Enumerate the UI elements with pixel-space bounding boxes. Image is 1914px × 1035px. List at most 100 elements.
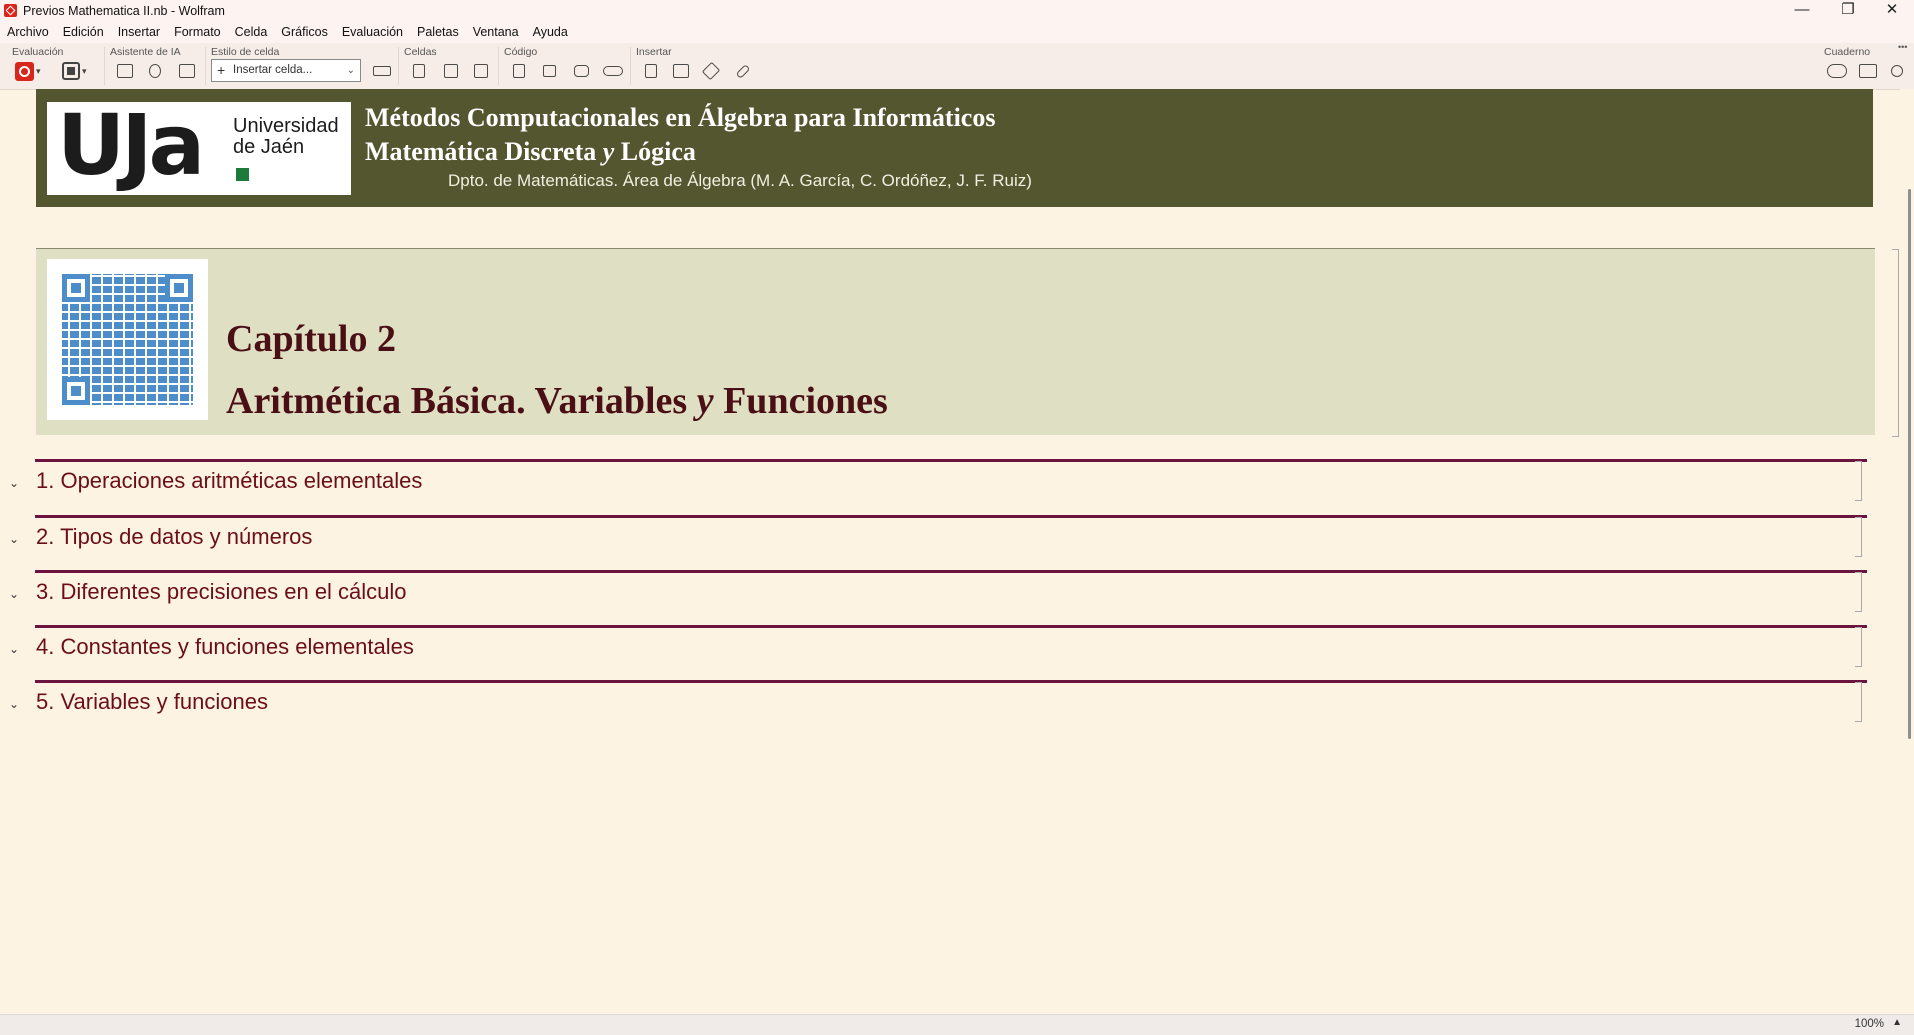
uja-logo-text: Universidad de Jaén bbox=[233, 116, 339, 158]
ai-notebook-button[interactable] bbox=[178, 60, 196, 82]
insert-math-button[interactable] bbox=[642, 60, 660, 82]
chevron-down-icon: ⌄ bbox=[346, 65, 355, 76]
cell-bracket[interactable] bbox=[1855, 517, 1862, 557]
lightbulb-icon bbox=[149, 64, 161, 78]
evaluate-notebook-icon bbox=[15, 61, 34, 81]
group-label-evaluacion: Evaluación bbox=[12, 46, 64, 58]
section-cell[interactable]: ⌄ 3. Diferentes precisiones en el cálcul… bbox=[0, 570, 1880, 624]
window-title: Previos Mathematica II.nb - Wolfram bbox=[23, 4, 225, 18]
qr-finder-top-right bbox=[165, 274, 193, 302]
cell-style-select[interactable]: + Insertar celda... ⌄ bbox=[211, 59, 361, 82]
section-rule bbox=[35, 459, 1867, 462]
insert-link-button[interactable] bbox=[734, 60, 752, 82]
group-label-estilo: Estilo de celda bbox=[211, 46, 280, 58]
group-label-insertar: Insertar bbox=[636, 46, 672, 58]
minimize-button[interactable]: — bbox=[1780, 0, 1824, 22]
scrollbar-thumb[interactable] bbox=[1908, 189, 1911, 739]
restore-button[interactable]: ❐ bbox=[1826, 0, 1870, 22]
chevron-down-icon[interactable]: ⌄ bbox=[9, 697, 19, 711]
menu-celda[interactable]: Celda bbox=[228, 22, 275, 43]
section-title[interactable]: 5. Variables y funciones bbox=[36, 689, 268, 715]
menu-formato[interactable]: Formato bbox=[167, 22, 228, 43]
section-title[interactable]: 2. Tipos de datos y números bbox=[36, 524, 312, 550]
section-rule bbox=[35, 680, 1867, 683]
evaluate-cells-icon bbox=[62, 62, 80, 80]
section-cell[interactable]: ⌄ 1. Operaciones aritméticas elementales bbox=[0, 459, 1880, 513]
menu-graficos[interactable]: Gráficos bbox=[274, 22, 335, 43]
course-subtitle-b: Lógica bbox=[614, 137, 696, 166]
uja-logo-line1: Universidad bbox=[233, 115, 339, 137]
code-ellipsis-button[interactable] bbox=[572, 60, 590, 82]
insert-matrix-button[interactable] bbox=[672, 60, 690, 82]
chevron-down-icon[interactable]: ⌄ bbox=[9, 476, 19, 490]
evaluate-cells-button[interactable]: ▾ bbox=[62, 60, 87, 82]
cell-group-button[interactable] bbox=[410, 60, 428, 82]
cell-bracket[interactable] bbox=[1855, 627, 1862, 667]
group-label-cuaderno: Cuaderno bbox=[1824, 46, 1871, 58]
header-banner: UJa Universidad de Jaén Métodos Computac… bbox=[36, 89, 1873, 207]
group-label-codigo: Código bbox=[504, 46, 538, 58]
section-title[interactable]: 3. Diferentes precisiones en el cálculo bbox=[36, 579, 407, 605]
section-rule bbox=[35, 570, 1867, 573]
section-cell[interactable]: ⌄ 4. Constantes y funciones elementales bbox=[0, 625, 1880, 679]
menu-edicion[interactable]: Edición bbox=[56, 22, 111, 43]
cell-style-apply-button[interactable] bbox=[372, 60, 392, 82]
ai-suggest-button[interactable] bbox=[146, 60, 164, 82]
ai-chat-button[interactable] bbox=[116, 60, 134, 82]
toolbar-separator bbox=[205, 47, 206, 85]
chapter-title-b: Funciones bbox=[713, 380, 888, 422]
menu-paletas[interactable]: Paletas bbox=[410, 22, 466, 43]
toolbar-separator bbox=[630, 47, 631, 85]
wolfram-app-icon bbox=[4, 4, 17, 17]
vertical-scrollbar[interactable] bbox=[1900, 89, 1914, 1014]
section-cell[interactable]: ⌄ 2. Tipos de datos y números bbox=[0, 515, 1880, 569]
cell-bracket[interactable] bbox=[1855, 572, 1862, 612]
menu-insertar[interactable]: Insertar bbox=[111, 22, 167, 43]
evaluate-notebook-button[interactable]: ▾ bbox=[15, 60, 41, 82]
cell-merge-button[interactable] bbox=[472, 60, 490, 82]
cell-divide-button[interactable] bbox=[442, 60, 460, 82]
code-format-icon bbox=[542, 65, 556, 77]
chevron-down-icon[interactable]: ⌄ bbox=[9, 642, 19, 656]
chapter-cell[interactable]: Capítulo 2 Aritmética Básica. Variables … bbox=[36, 248, 1899, 437]
search-button[interactable] bbox=[1888, 60, 1906, 82]
toolbar-separator bbox=[104, 47, 105, 85]
notebook-settings-button[interactable] bbox=[1858, 60, 1878, 82]
section-title[interactable]: 4. Constantes y funciones elementales bbox=[36, 634, 414, 660]
chevron-down-icon[interactable]: ⌄ bbox=[9, 587, 19, 601]
cloud-publish-button[interactable] bbox=[1826, 60, 1848, 82]
menu-archivo[interactable]: Archivo bbox=[0, 22, 56, 43]
cell-bracket[interactable] bbox=[1855, 461, 1862, 501]
code-format-button[interactable] bbox=[540, 60, 558, 82]
cell-divide-icon bbox=[444, 64, 458, 78]
qr-finder-bottom-left bbox=[62, 377, 90, 405]
cell-bracket[interactable] bbox=[1855, 682, 1862, 722]
toolbar-separator bbox=[398, 47, 399, 85]
section-rule bbox=[35, 625, 1867, 628]
insert-drawing-button[interactable] bbox=[701, 60, 721, 82]
cell-bracket[interactable] bbox=[1892, 249, 1899, 437]
notebook-content[interactable]: UJa Universidad de Jaén Métodos Computac… bbox=[0, 89, 1900, 1014]
chapter-title-y: y bbox=[696, 380, 714, 422]
zoom-level[interactable]: 100% bbox=[1855, 1018, 1884, 1030]
course-title: Métodos Computacionales en Álgebra para … bbox=[365, 103, 996, 132]
code-comment-button[interactable] bbox=[602, 60, 624, 82]
chapter-title-a: Aritmética Básica. Variables bbox=[226, 380, 697, 422]
pencil-icon bbox=[701, 61, 721, 81]
group-label-celdas: Celdas bbox=[404, 46, 437, 58]
menu-ventana[interactable]: Ventana bbox=[466, 22, 526, 43]
close-button[interactable]: ✕ bbox=[1870, 0, 1914, 22]
chevron-down-icon[interactable]: ⌄ bbox=[9, 532, 19, 546]
cell-merge-icon bbox=[474, 64, 488, 78]
cell-style-select-value: Insertar celda... bbox=[233, 64, 313, 76]
code-split-button[interactable] bbox=[510, 60, 528, 82]
notebook-toolbar: Evaluación Asistente de IA Estilo de cel… bbox=[0, 42, 1914, 90]
menu-evaluacion[interactable]: Evaluación bbox=[335, 22, 410, 43]
menu-ayuda[interactable]: Ayuda bbox=[526, 22, 575, 43]
toolbar-more-icon[interactable]: ••• bbox=[1898, 42, 1907, 52]
section-title[interactable]: 1. Operaciones aritméticas elementales bbox=[36, 468, 422, 494]
section-cell[interactable]: ⌄ 5. Variables y funciones bbox=[0, 680, 1880, 734]
course-subtitle-a: Matemática Discreta bbox=[365, 137, 603, 166]
chevron-up-icon[interactable]: ▲ bbox=[1892, 1017, 1902, 1028]
uja-logo-mark: UJa bbox=[57, 96, 205, 194]
